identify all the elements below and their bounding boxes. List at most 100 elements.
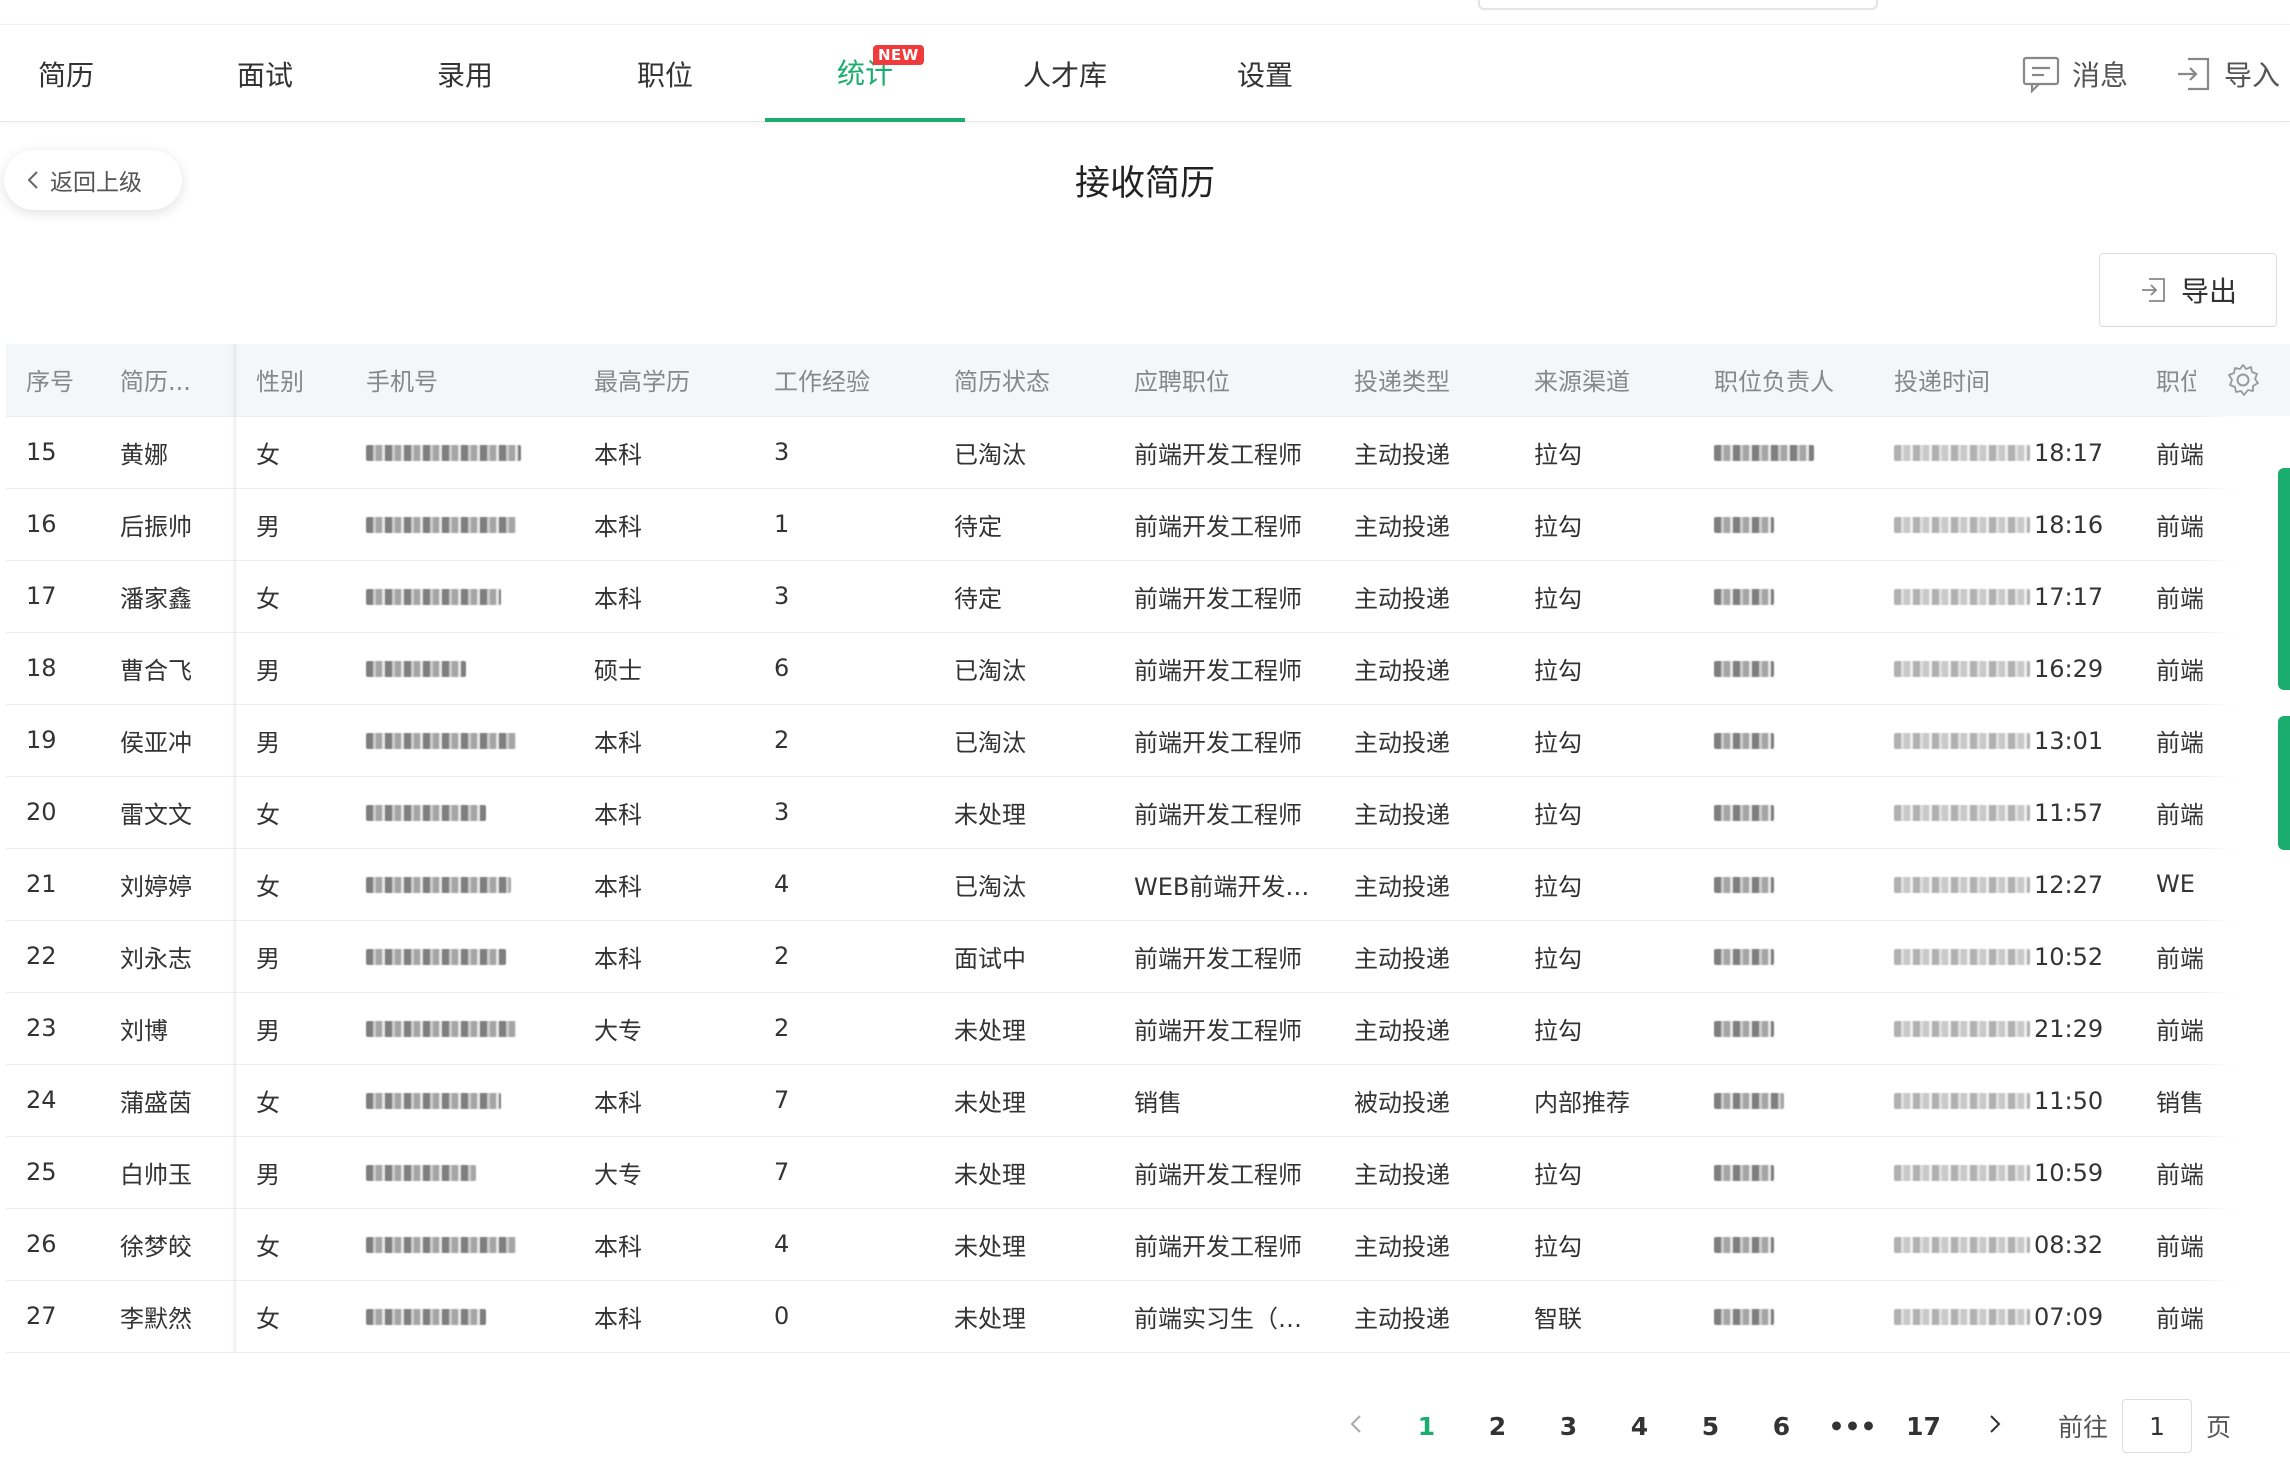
source-channel: 拉勾 bbox=[1514, 992, 1694, 1065]
candidate-name[interactable]: 蒲盛茵 bbox=[100, 1064, 236, 1137]
gender: 男 bbox=[236, 992, 346, 1065]
side-panel-tab-upper[interactable] bbox=[2278, 468, 2290, 690]
time-value: 08:32 bbox=[2034, 1230, 2104, 1259]
work-experience: 6 bbox=[754, 632, 934, 705]
page-button[interactable]: 17 bbox=[1888, 1412, 1959, 1441]
delivery-time: 07:09 bbox=[1874, 1280, 2136, 1353]
table-row[interactable]: 16 后振帅男 本科 1 待定 前端开发工程师 主动投递 拉勾 18:16 前端 bbox=[6, 488, 2290, 561]
table-row[interactable]: 27 李默然女 本科 0 未处理 前端实习生（… 主动投递 智联 07:09 前端 bbox=[6, 1280, 2290, 1353]
export-button[interactable]: 导出 bbox=[2099, 253, 2277, 327]
table-row[interactable]: 20 雷文文女 本科 3 未处理 前端开发工程师 主动投递 拉勾 11:57 前端 bbox=[6, 776, 2290, 849]
delivery-type: 主动投递 bbox=[1334, 1136, 1514, 1209]
position-owner-redacted bbox=[1694, 1280, 1874, 1353]
candidate-name[interactable]: 徐梦皎 bbox=[100, 1208, 236, 1281]
time-value: 18:17 bbox=[2034, 438, 2104, 467]
tab-interview[interactable]: 面试 bbox=[165, 25, 365, 122]
delivery-type: 主动投递 bbox=[1334, 848, 1514, 921]
candidate-name[interactable]: 刘永志 bbox=[100, 920, 236, 993]
page-button[interactable]: 2 bbox=[1462, 1412, 1533, 1441]
position-owner-redacted bbox=[1694, 776, 1874, 849]
table-row[interactable]: 18 曹合飞男 硕士 6 已淘汰 前端开发工程师 主动投递 拉勾 16:29 前端 bbox=[6, 632, 2290, 705]
page-button[interactable]: 3 bbox=[1533, 1412, 1604, 1441]
resume-status: 未处理 bbox=[934, 1280, 1114, 1353]
export-icon bbox=[2141, 278, 2165, 302]
tab-hire[interactable]: 录用 bbox=[365, 25, 565, 122]
education: 本科 bbox=[574, 1280, 754, 1353]
tab-settings[interactable]: 设置 bbox=[1165, 25, 1365, 122]
import-label: 导入 bbox=[2224, 58, 2281, 92]
position-owner-redacted bbox=[1694, 488, 1874, 561]
column-settings-button[interactable] bbox=[2196, 344, 2290, 416]
tab-statistics[interactable]: 统计 NEW bbox=[765, 25, 965, 122]
candidate-name[interactable]: 雷文文 bbox=[100, 776, 236, 849]
position-cut: 前端 bbox=[2136, 1280, 2290, 1353]
col-header-index: 序号 bbox=[6, 344, 100, 417]
position-cut: 前端 bbox=[2136, 704, 2290, 777]
pagination: 1 2 3 4 5 6 ••• 17 前往 页 bbox=[1320, 1390, 2231, 1460]
phone-redacted bbox=[346, 416, 574, 489]
candidate-name[interactable]: 曹合飞 bbox=[100, 632, 236, 705]
candidate-name[interactable]: 刘博 bbox=[100, 992, 236, 1065]
resume-status: 未处理 bbox=[934, 776, 1114, 849]
date-redacted bbox=[1894, 1308, 2030, 1325]
col-header-name[interactable]: 简历... bbox=[100, 344, 236, 417]
table-row[interactable]: 17 潘家鑫女 本科 3 待定 前端开发工程师 主动投递 拉勾 17:17 前端 bbox=[6, 560, 2290, 633]
search-box-edge[interactable] bbox=[1478, 0, 1878, 10]
table-row[interactable]: 15 黄娜女 本科 3 已淘汰 前端开发工程师 主动投递 拉勾 18:17 前端 bbox=[6, 416, 2290, 489]
education: 本科 bbox=[574, 704, 754, 777]
side-panel-tab-lower[interactable] bbox=[2278, 716, 2290, 850]
import-button[interactable]: 导入 bbox=[2174, 25, 2280, 122]
col-header-source: 来源渠道 bbox=[1514, 344, 1694, 417]
table-row[interactable]: 24 蒲盛茵女本科 7 未处理 销售 被动投递 内部推荐 11:50 销售 bbox=[6, 1064, 2290, 1137]
candidate-name[interactable]: 刘婷婷 bbox=[100, 848, 236, 921]
table-row[interactable]: 23 刘博男 大专 2 未处理 前端开发工程师 主动投递 拉勾 21:29 前端 bbox=[6, 992, 2290, 1065]
source-channel: 拉勾 bbox=[1514, 1136, 1694, 1209]
page-title: 接收简历 bbox=[1074, 164, 1215, 204]
col-header-gender: 性别 bbox=[236, 344, 346, 417]
candidate-name[interactable]: 黄娜 bbox=[100, 416, 236, 489]
position-cut: 前端 bbox=[2136, 992, 2290, 1065]
gender: 女 bbox=[236, 560, 346, 633]
page-button[interactable]: 6 bbox=[1746, 1412, 1817, 1441]
work-experience: 3 bbox=[754, 416, 934, 489]
gender: 男 bbox=[236, 920, 346, 993]
next-page-button[interactable] bbox=[1959, 1412, 2030, 1441]
source-channel: 内部推荐 bbox=[1514, 1064, 1694, 1137]
date-redacted bbox=[1894, 1092, 2030, 1109]
page-ellipsis[interactable]: ••• bbox=[1817, 1412, 1888, 1441]
date-redacted bbox=[1894, 516, 2030, 533]
resume-status: 未处理 bbox=[934, 1136, 1114, 1209]
page-button[interactable]: 5 bbox=[1675, 1412, 1746, 1441]
table-row[interactable]: 26 徐梦皎女 本科 4 未处理 前端开发工程师 主动投递 拉勾 08:32 前端 bbox=[6, 1208, 2290, 1281]
prev-page-button[interactable] bbox=[1320, 1412, 1391, 1441]
table-row[interactable]: 21 刘婷婷女 本科 4 已淘汰 WEB前端开发… 主动投递 拉勾 12:27 WE bbox=[6, 848, 2290, 921]
messages-button[interactable]: 消息 bbox=[2022, 25, 2128, 122]
row-index: 27 bbox=[6, 1280, 100, 1353]
page-button[interactable]: 4 bbox=[1604, 1412, 1675, 1441]
delivery-time: 16:29 bbox=[1874, 632, 2136, 705]
applied-position: WEB前端开发… bbox=[1114, 848, 1334, 921]
candidate-name[interactable]: 白帅玉 bbox=[100, 1136, 236, 1209]
goto-page-input[interactable] bbox=[2122, 1399, 2193, 1453]
position-cut: 前端 bbox=[2136, 776, 2290, 849]
candidate-name[interactable]: 潘家鑫 bbox=[100, 560, 236, 633]
candidate-name[interactable]: 李默然 bbox=[100, 1280, 236, 1353]
tab-talent-pool[interactable]: 人才库 bbox=[965, 25, 1165, 122]
education: 大专 bbox=[574, 1136, 754, 1209]
position-cut: 前端 bbox=[2136, 1136, 2290, 1209]
table-row[interactable]: 25 白帅玉男 大专 7 未处理 前端开发工程师 主动投递 拉勾 10:59 前端 bbox=[6, 1136, 2290, 1209]
work-experience: 7 bbox=[754, 1064, 934, 1137]
tab-positions[interactable]: 职位 bbox=[565, 25, 765, 122]
top-navigation: 简历 面试 录用 职位 统计 NEW 人才库 设置 消息 导入 bbox=[0, 24, 2290, 122]
table-row[interactable]: 19 侯亚冲男 本科 2 已淘汰 前端开发工程师 主动投递 拉勾 13:01 前端 bbox=[6, 704, 2290, 777]
position-owner-redacted bbox=[1694, 1208, 1874, 1281]
candidate-name[interactable]: 侯亚冲 bbox=[100, 704, 236, 777]
page-button[interactable]: 1 bbox=[1391, 1412, 1462, 1441]
time-value: 13:01 bbox=[2034, 726, 2104, 755]
candidate-name[interactable]: 后振帅 bbox=[100, 488, 236, 561]
gender: 女 bbox=[236, 1064, 346, 1137]
table-row[interactable]: 22 刘永志男 本科 2 面试中 前端开发工程师 主动投递 拉勾 10:52 前端 bbox=[6, 920, 2290, 993]
phone-redacted bbox=[346, 848, 574, 921]
phone-redacted bbox=[346, 1064, 574, 1137]
phone-redacted bbox=[346, 560, 574, 633]
